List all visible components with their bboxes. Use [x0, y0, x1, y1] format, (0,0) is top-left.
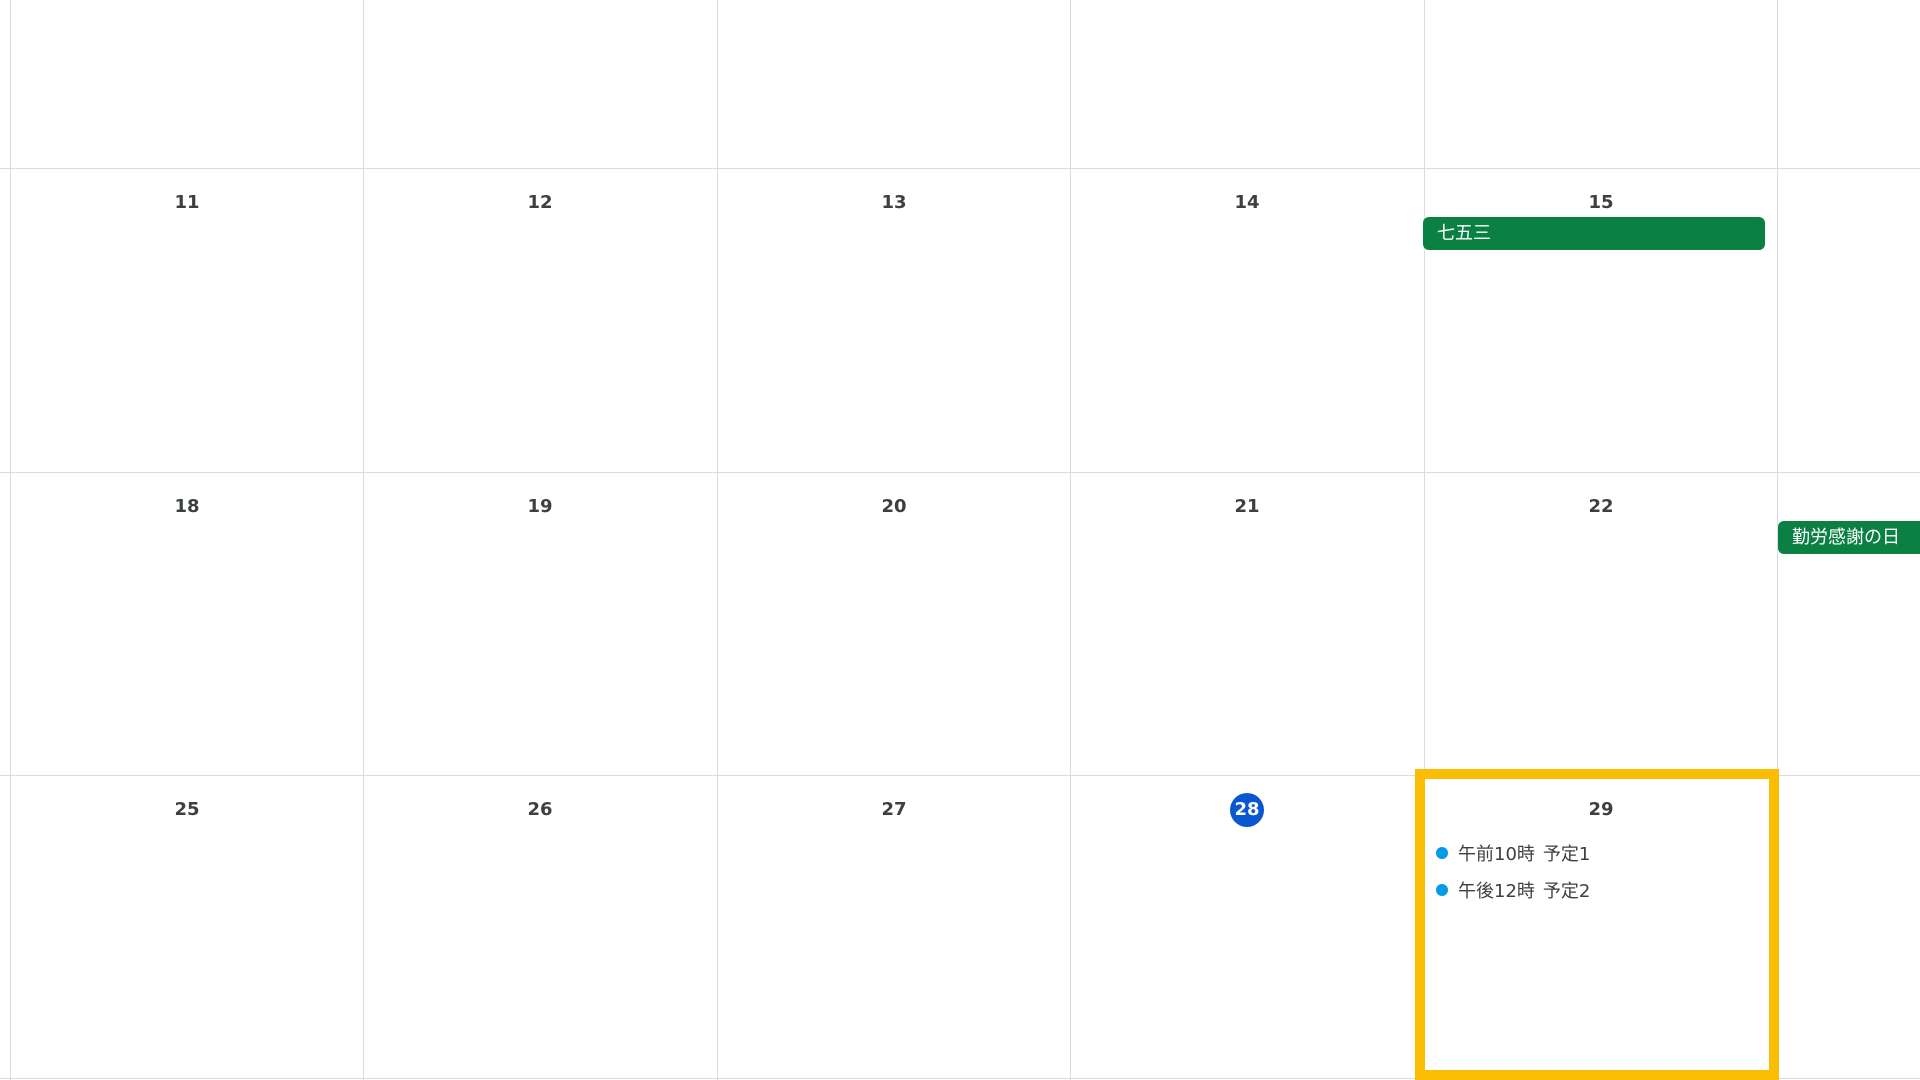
- day-cell[interactable]: 15: [1424, 169, 1778, 472]
- day-number[interactable]: 27: [877, 793, 911, 827]
- day-cell[interactable]: 12: [363, 169, 717, 472]
- event-title: 予定1: [1542, 844, 1591, 865]
- day-number[interactable]: 22: [1584, 490, 1618, 524]
- day-cell[interactable]: 11: [10, 169, 364, 472]
- day-cell[interactable]: 21: [1070, 473, 1424, 776]
- timed-event[interactable]: 午前10時 予定1: [1436, 838, 1590, 868]
- day-cell[interactable]: 20: [717, 473, 1071, 776]
- day-number[interactable]: 26: [523, 793, 557, 827]
- event-time: 午後12時: [1458, 881, 1535, 902]
- timed-event[interactable]: 午後12時 予定2: [1436, 875, 1590, 905]
- day-number[interactable]: 11: [170, 186, 204, 220]
- day-number[interactable]: 13: [877, 186, 911, 220]
- day-cell[interactable]: [363, 0, 717, 168]
- day-number[interactable]: 14: [1230, 186, 1264, 220]
- day-cell[interactable]: [10, 0, 364, 168]
- day-number[interactable]: 12: [523, 186, 557, 220]
- day-number[interactable]: 15: [1584, 186, 1618, 220]
- day-number[interactable]: 25: [170, 793, 204, 827]
- event-dot-icon: [1436, 847, 1448, 859]
- event-title: 予定2: [1542, 881, 1591, 902]
- event-dot-icon: [1436, 884, 1448, 896]
- day-cell[interactable]: [1424, 0, 1778, 168]
- day-cell[interactable]: [1070, 0, 1424, 168]
- day-number[interactable]: 18: [170, 490, 204, 524]
- day-number[interactable]: 20: [877, 490, 911, 524]
- event-time: 午前10時: [1458, 844, 1535, 865]
- day-cell[interactable]: 28: [1070, 776, 1424, 1079]
- month-grid: 11 12 13 14 15 18 19 20 21 22 25 26 27 2…: [0, 0, 1920, 1080]
- day-cell[interactable]: 18: [10, 473, 364, 776]
- day-cell[interactable]: 27: [717, 776, 1071, 1079]
- day-cell[interactable]: 26: [363, 776, 717, 1079]
- day-cell[interactable]: 25: [10, 776, 364, 1079]
- day-number[interactable]: 29: [1584, 793, 1618, 827]
- day-cell[interactable]: 22: [1424, 473, 1778, 776]
- day-number[interactable]: 21: [1230, 490, 1264, 524]
- day-number[interactable]: 19: [523, 490, 557, 524]
- all-day-event[interactable]: 勤労感謝の日: [1778, 521, 1920, 554]
- today-indicator[interactable]: 28: [1230, 793, 1264, 827]
- all-day-event[interactable]: 七五三: [1423, 217, 1765, 250]
- day-cell[interactable]: 19: [363, 473, 717, 776]
- day-cell[interactable]: [717, 0, 1071, 168]
- day-cell-selected[interactable]: 29 午前10時 予定1 午後12時 予定2: [1424, 776, 1778, 1079]
- day-cell[interactable]: 14: [1070, 169, 1424, 472]
- day-cell[interactable]: 13: [717, 169, 1071, 472]
